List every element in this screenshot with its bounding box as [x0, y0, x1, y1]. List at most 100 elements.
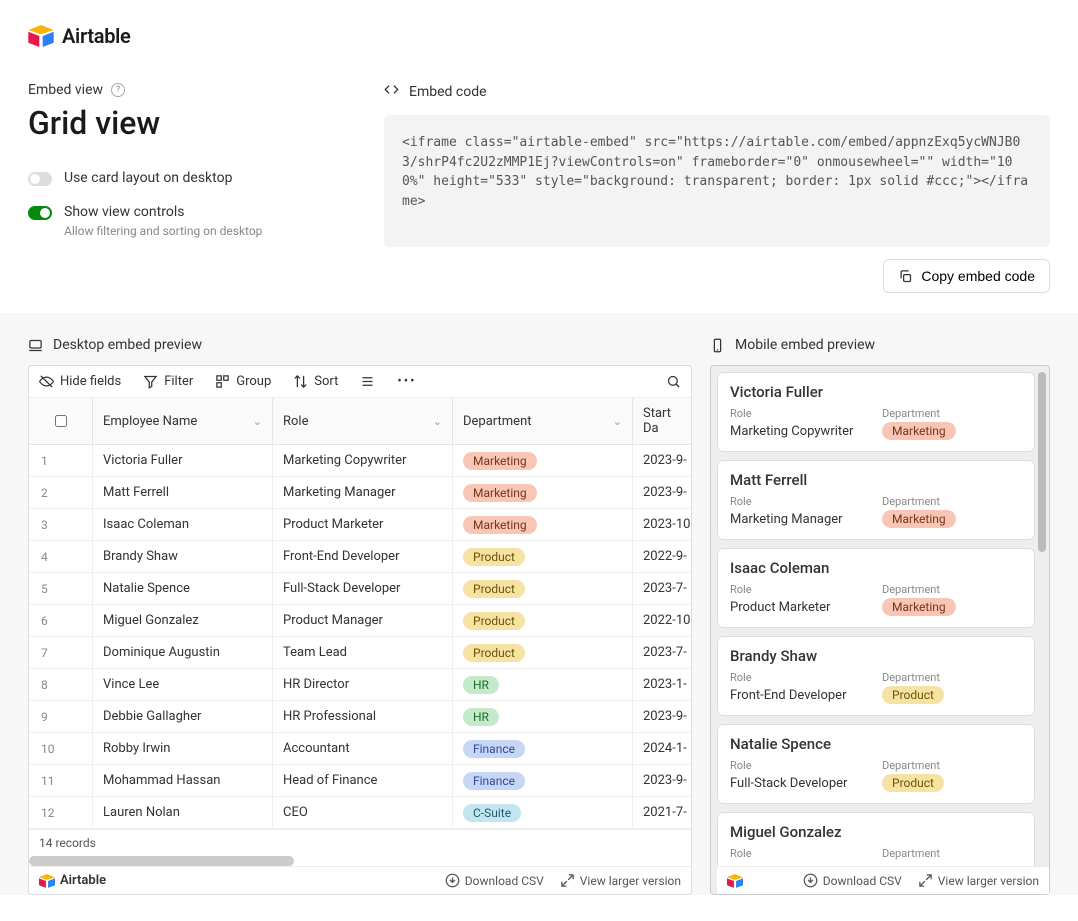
- cell-department[interactable]: Product: [453, 637, 633, 668]
- select-all-checkbox[interactable]: [55, 415, 67, 427]
- cell-department[interactable]: Marketing: [453, 477, 633, 508]
- cell-date[interactable]: 2023-1-: [633, 669, 691, 700]
- table-row[interactable]: 6Miguel GonzalezProduct ManagerProduct20…: [29, 605, 691, 637]
- download-csv-link[interactable]: Download CSV: [445, 873, 544, 888]
- group-button[interactable]: Group: [215, 374, 271, 389]
- list-item[interactable]: Natalie SpenceRoleFull-Stack DeveloperDe…: [717, 724, 1035, 804]
- cell-name[interactable]: Dominique Augustin: [93, 637, 273, 668]
- toggle-view-controls[interactable]: [28, 206, 52, 220]
- cell-department[interactable]: Finance: [453, 765, 633, 796]
- cell-name[interactable]: Natalie Spence: [93, 573, 273, 604]
- list-item[interactable]: Brandy ShawRoleFront-End DeveloperDepart…: [717, 636, 1035, 716]
- cell-role[interactable]: Team Lead: [273, 637, 453, 668]
- cell-name[interactable]: Victoria Fuller: [93, 445, 273, 476]
- cell-role[interactable]: Full-Stack Developer: [273, 573, 453, 604]
- cell-role[interactable]: HR Director: [273, 669, 453, 700]
- cell-date[interactable]: 2021-7-: [633, 797, 691, 828]
- breadcrumb-label: Embed view: [28, 82, 103, 98]
- list-item[interactable]: Miguel GonzalezRoleDepartment: [717, 812, 1035, 866]
- cell-department[interactable]: Product: [453, 541, 633, 572]
- col-start-date[interactable]: Start Da: [633, 398, 691, 444]
- card-name: Brandy Shaw: [730, 647, 1022, 665]
- cell-date[interactable]: 2023-10: [633, 509, 691, 540]
- table-row[interactable]: 11Mohammad HassanHead of FinanceFinance2…: [29, 765, 691, 797]
- v-scrollbar[interactable]: [1038, 372, 1046, 552]
- footer-brand[interactable]: Airtable: [39, 873, 106, 888]
- cell-date[interactable]: 2023-9-: [633, 701, 691, 732]
- cell-name[interactable]: Miguel Gonzalez: [93, 605, 273, 636]
- sort-button[interactable]: Sort: [293, 374, 338, 389]
- row-height-button[interactable]: [360, 374, 375, 389]
- list-item[interactable]: Matt FerrellRoleMarketing ManagerDepartm…: [717, 460, 1035, 540]
- col-role[interactable]: Role⌄: [273, 398, 453, 444]
- cell-date[interactable]: 2023-9-: [633, 765, 691, 796]
- table-row[interactable]: 10Robby IrwinAccountantFinance2024-1-: [29, 733, 691, 765]
- cell-role[interactable]: Marketing Copywriter: [273, 445, 453, 476]
- table-row[interactable]: 3Isaac ColemanProduct MarketerMarketing2…: [29, 509, 691, 541]
- more-button[interactable]: •••: [397, 374, 416, 389]
- cell-role[interactable]: Product Marketer: [273, 509, 453, 540]
- cell-department[interactable]: Product: [453, 573, 633, 604]
- cell-date[interactable]: 2023-7-: [633, 573, 691, 604]
- col-department[interactable]: Department⌄: [453, 398, 633, 444]
- cell-role[interactable]: CEO: [273, 797, 453, 828]
- cell-name[interactable]: Robby Irwin: [93, 733, 273, 764]
- cell-role[interactable]: Front-End Developer: [273, 541, 453, 572]
- list-item[interactable]: Victoria FullerRoleMarketing CopywriterD…: [717, 372, 1035, 452]
- view-larger-link[interactable]: View larger version: [560, 873, 681, 888]
- download-csv-link[interactable]: Download CSV: [803, 873, 902, 888]
- cell-department[interactable]: HR: [453, 669, 633, 700]
- cell-date[interactable]: 2024-1-: [633, 733, 691, 764]
- cell-name[interactable]: Mohammad Hassan: [93, 765, 273, 796]
- cell-role[interactable]: Head of Finance: [273, 765, 453, 796]
- table-row[interactable]: 4Brandy ShawFront-End DeveloperProduct20…: [29, 541, 691, 573]
- card-name: Miguel Gonzalez: [730, 823, 1022, 841]
- copy-embed-button[interactable]: Copy embed code: [883, 259, 1050, 293]
- table-row[interactable]: 7Dominique AugustinTeam LeadProduct2023-…: [29, 637, 691, 669]
- row-number: 7: [29, 637, 93, 668]
- table-row[interactable]: 9Debbie GallagherHR ProfessionalHR2023-9…: [29, 701, 691, 733]
- table-row[interactable]: 5Natalie SpenceFull-Stack DeveloperProdu…: [29, 573, 691, 605]
- cell-role[interactable]: HR Professional: [273, 701, 453, 732]
- cell-date[interactable]: 2023-9-: [633, 477, 691, 508]
- view-larger-link[interactable]: View larger version: [918, 873, 1039, 888]
- cell-name[interactable]: Lauren Nolan: [93, 797, 273, 828]
- cell-name[interactable]: Matt Ferrell: [93, 477, 273, 508]
- cell-date[interactable]: 2022-9-: [633, 541, 691, 572]
- cell-department[interactable]: C-Suite: [453, 797, 633, 828]
- cell-name[interactable]: Debbie Gallagher: [93, 701, 273, 732]
- hide-fields-button[interactable]: Hide fields: [39, 374, 121, 389]
- cell-name[interactable]: Vince Lee: [93, 669, 273, 700]
- search-button[interactable]: [666, 374, 681, 389]
- cell-role[interactable]: Accountant: [273, 733, 453, 764]
- col-employee-name[interactable]: Employee Name⌄: [93, 398, 273, 444]
- embed-code-block[interactable]: <iframe class="airtable-embed" src="http…: [384, 115, 1050, 247]
- table-row[interactable]: 12Lauren NolanCEOC-Suite2021-7-: [29, 797, 691, 829]
- h-scrollbar[interactable]: [29, 856, 294, 866]
- cell-role[interactable]: Product Manager: [273, 605, 453, 636]
- cell-date[interactable]: 2022-10: [633, 605, 691, 636]
- list-item[interactable]: Isaac ColemanRoleProduct MarketerDepartm…: [717, 548, 1035, 628]
- help-icon[interactable]: ?: [111, 83, 125, 97]
- card-role-value: Full-Stack Developer: [730, 776, 870, 791]
- cell-name[interactable]: Brandy Shaw: [93, 541, 273, 572]
- cell-name[interactable]: Isaac Coleman: [93, 509, 273, 540]
- card-dept-value: Marketing: [882, 424, 1022, 439]
- table-row[interactable]: 1Victoria FullerMarketing CopywriterMark…: [29, 445, 691, 477]
- cell-role[interactable]: Marketing Manager: [273, 477, 453, 508]
- table-row[interactable]: 2Matt FerrellMarketing ManagerMarketing2…: [29, 477, 691, 509]
- cell-department[interactable]: Finance: [453, 733, 633, 764]
- cell-department[interactable]: Marketing: [453, 509, 633, 540]
- card-dept-value: Marketing: [882, 512, 1022, 527]
- table-row[interactable]: 8Vince LeeHR DirectorHR2023-1-: [29, 669, 691, 701]
- cell-date[interactable]: 2023-9-: [633, 445, 691, 476]
- filter-button[interactable]: Filter: [143, 374, 193, 389]
- row-number: 9: [29, 701, 93, 732]
- footer-brand[interactable]: [727, 874, 743, 888]
- cell-date[interactable]: 2023-7-: [633, 637, 691, 668]
- cell-department[interactable]: Product: [453, 605, 633, 636]
- cell-department[interactable]: HR: [453, 701, 633, 732]
- cell-department[interactable]: Marketing: [453, 445, 633, 476]
- airtable-logo-icon: [39, 874, 55, 888]
- toggle-card-layout[interactable]: [28, 172, 52, 186]
